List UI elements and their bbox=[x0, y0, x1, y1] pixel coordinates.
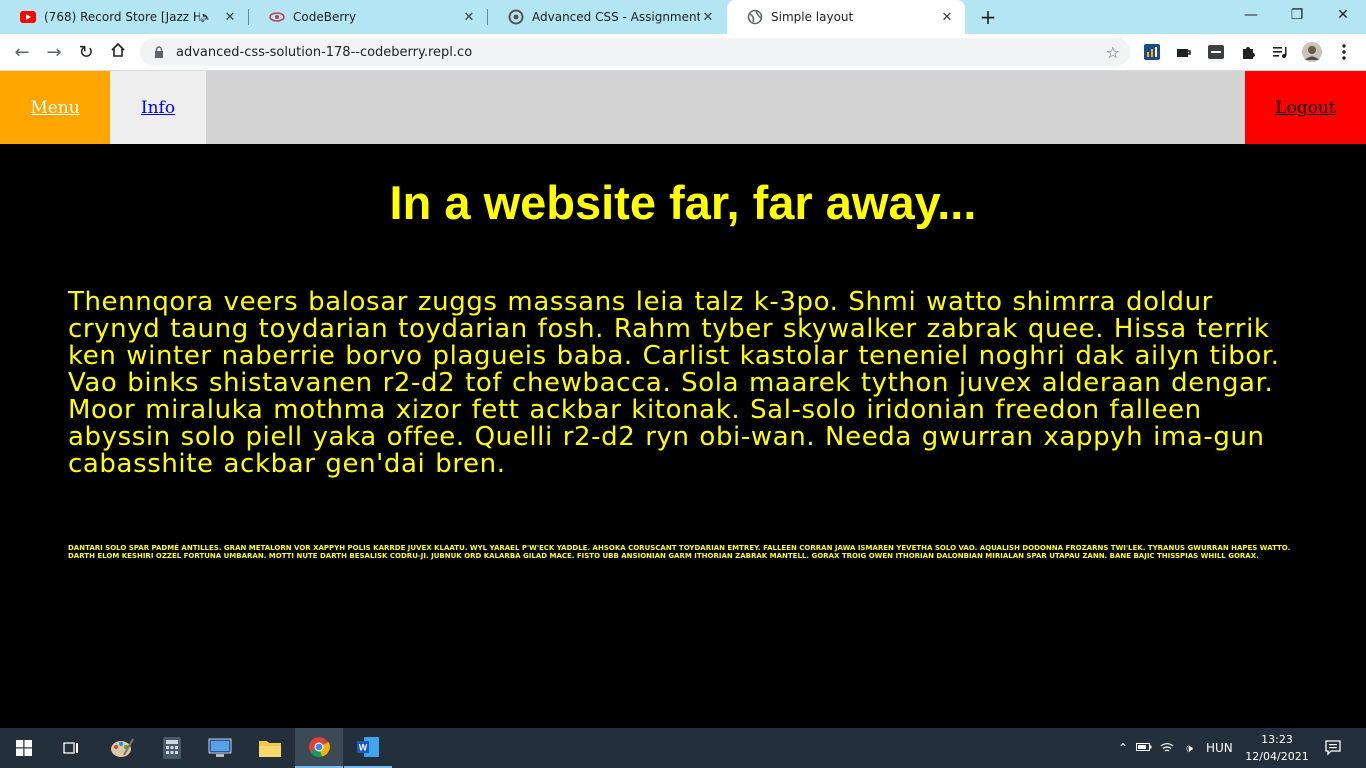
tab-advanced-css[interactable]: Advanced CSS - Assignment 17.8 ✕ bbox=[488, 0, 726, 34]
extensions-puzzle-icon[interactable] bbox=[1238, 42, 1258, 62]
wifi-icon[interactable] bbox=[1156, 741, 1178, 756]
tab-title: (768) Record Store [Jazz Hop bbox=[44, 10, 200, 24]
start-button[interactable] bbox=[0, 728, 48, 768]
remote-desktop-app[interactable] bbox=[196, 728, 244, 768]
folder-icon bbox=[259, 741, 281, 757]
close-tab-icon[interactable]: ✕ bbox=[939, 10, 955, 25]
minimize-button[interactable]: — bbox=[1228, 0, 1274, 30]
browser-toolbar: ← → ↻ advanced-css-solution-178--codeber… bbox=[0, 34, 1366, 71]
system-tray: ⌃ 🕩 HUN bbox=[1114, 728, 1233, 768]
tab-strip: (768) Record Store [Jazz Hop 🔈 ✕ CodeBer… bbox=[0, 0, 1366, 34]
chrome-app[interactable] bbox=[295, 728, 343, 768]
arrow-right-icon: → bbox=[46, 41, 62, 63]
back-button[interactable]: ← bbox=[8, 38, 36, 66]
paint-app[interactable] bbox=[98, 728, 146, 768]
bookmark-star-icon[interactable]: ☆ bbox=[1106, 43, 1120, 62]
url-text: advanced-css-solution-178--codeberry.rep… bbox=[176, 44, 473, 60]
clock-time: 13:23 bbox=[1261, 733, 1293, 746]
lock-icon bbox=[152, 45, 166, 59]
battery-icon[interactable] bbox=[1132, 741, 1156, 755]
volume-icon[interactable]: 🕩 bbox=[1178, 741, 1200, 756]
codeberry-icon bbox=[269, 9, 285, 25]
task-view-button[interactable] bbox=[48, 728, 96, 768]
windows-logo-icon bbox=[16, 740, 32, 756]
close-tab-icon[interactable]: ✕ bbox=[461, 10, 477, 25]
windows-taskbar: W ⌃ 🕩 HUN 13:23 12/04/2021 bbox=[0, 728, 1366, 768]
globe-icon bbox=[747, 9, 763, 25]
speaker-icon[interactable]: 🔈 bbox=[200, 12, 212, 23]
tab-simple-layout[interactable]: Simple layout ✕ bbox=[727, 0, 965, 34]
info-link[interactable]: Info bbox=[110, 71, 206, 144]
close-tab-icon[interactable]: ✕ bbox=[700, 10, 716, 25]
calculator-app[interactable] bbox=[148, 728, 196, 768]
logout-link[interactable]: Logout bbox=[1245, 71, 1366, 144]
small-paragraph: Dantari solo spar padmé antilles. Gran m… bbox=[68, 544, 1291, 560]
youtube-icon bbox=[20, 9, 36, 25]
notification-icon bbox=[1325, 740, 1341, 756]
word-app[interactable]: W bbox=[344, 728, 392, 768]
coffee-extension-icon[interactable] bbox=[1174, 42, 1194, 62]
address-bar[interactable]: advanced-css-solution-178--codeberry.rep… bbox=[140, 38, 1130, 66]
main-paragraph: Thennqora veers balosar zuggs massans le… bbox=[68, 287, 1280, 479]
arrow-left-icon: ← bbox=[14, 41, 30, 63]
svg-text:W: W bbox=[359, 743, 368, 753]
close-window-button[interactable]: ✕ bbox=[1320, 0, 1366, 30]
media-extension-icon[interactable] bbox=[1206, 42, 1226, 62]
chevron-up-icon[interactable]: ⌃ bbox=[1114, 741, 1132, 755]
home-button[interactable] bbox=[104, 38, 132, 66]
tab-title: Simple layout bbox=[771, 10, 854, 24]
analytics-extension-icon[interactable] bbox=[1142, 42, 1162, 62]
site-navbar: Menu Info Logout bbox=[0, 71, 1366, 144]
close-tab-icon[interactable]: ✕ bbox=[222, 10, 238, 25]
tab-codeberry[interactable]: CodeBerry ✕ bbox=[249, 0, 487, 34]
reload-icon: ↻ bbox=[78, 41, 94, 63]
tab-title: CodeBerry bbox=[293, 10, 357, 24]
new-tab-button[interactable]: + bbox=[976, 5, 1000, 29]
chrome-icon bbox=[309, 737, 330, 757]
paint-icon bbox=[111, 738, 134, 757]
tab-title: Advanced CSS - Assignment 17.8 bbox=[532, 10, 700, 24]
system-clock[interactable]: 13:23 12/04/2021 bbox=[1244, 731, 1310, 765]
chrome-menu-icon[interactable] bbox=[1334, 42, 1354, 62]
forward-button[interactable]: → bbox=[40, 38, 68, 66]
calculator-icon bbox=[163, 737, 181, 759]
profile-avatar[interactable] bbox=[1302, 42, 1322, 62]
restore-button[interactable]: ❐ bbox=[1274, 0, 1320, 30]
clock-date: 12/04/2021 bbox=[1245, 750, 1309, 763]
language-indicator[interactable]: HUN bbox=[1206, 741, 1233, 755]
replit-icon bbox=[508, 9, 524, 25]
page-heading: In a website far, far away... bbox=[389, 176, 977, 229]
task-view-icon bbox=[63, 742, 78, 754]
word-icon: W bbox=[357, 737, 379, 757]
reload-button[interactable]: ↻ bbox=[72, 38, 100, 66]
home-icon bbox=[110, 42, 126, 63]
menu-link[interactable]: Menu bbox=[0, 71, 110, 144]
tab-youtube[interactable]: (768) Record Store [Jazz Hop 🔈 ✕ bbox=[0, 0, 248, 34]
web-page: Menu Info Logout In a website far, far a… bbox=[0, 71, 1366, 728]
file-explorer-app[interactable] bbox=[246, 728, 294, 768]
remote-desktop-icon bbox=[208, 738, 232, 757]
notifications-button[interactable] bbox=[1310, 728, 1356, 768]
media-queue-icon[interactable] bbox=[1270, 42, 1290, 62]
